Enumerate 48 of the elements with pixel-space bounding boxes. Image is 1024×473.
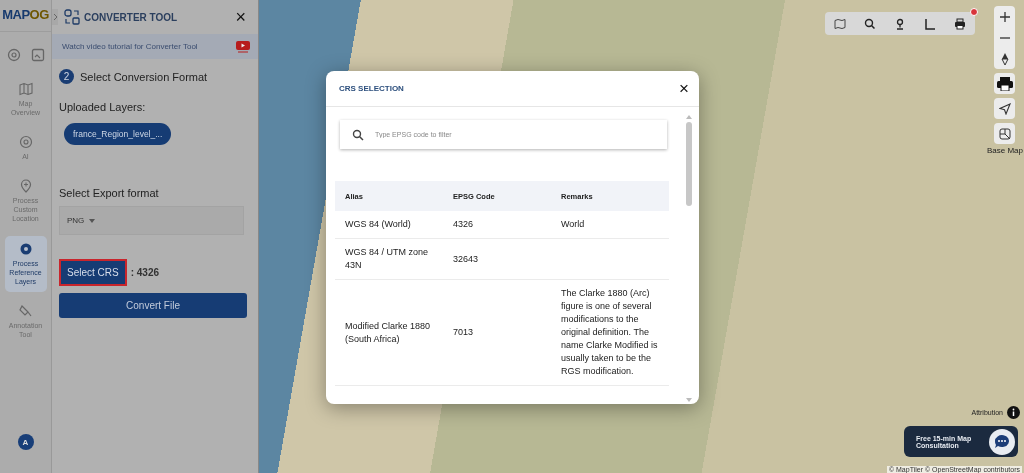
export-format-label: Select Export format [58,186,160,199]
print-button[interactable] [994,73,1016,94]
base-map-icon [999,127,1011,140]
base-map-button[interactable] [994,123,1016,144]
table-cell: 32643 [443,238,551,280]
map-icon [18,82,33,96]
search-icon [352,128,364,141]
plus-icon [1000,11,1010,22]
export-format-dropdown[interactable]: PNG [59,206,244,235]
chevron-icon [52,13,58,21]
table-cell: 4326 [443,211,551,239]
info-icon[interactable] [1007,406,1020,419]
step-number: 2 [59,69,74,84]
uploaded-layers-label: Uploaded Layers: [58,100,147,113]
table-cell: The Clarke 1880 (Arc) figure is one of several modifications to the original definition. The name Clarke Modified is usually taken to be the RGS modification. [551,279,669,386]
table-cell: Modified Clarke 1880 (South Africa) [335,279,443,386]
logo[interactable]: MAPOG [2,0,49,31]
gear-icon[interactable] [6,48,21,62]
base-map-label: Base Map [986,146,1023,155]
table-cell: World [551,211,669,239]
location-pin-icon [18,179,33,194]
user-avatar[interactable]: A [17,434,34,450]
gear-icon [18,135,33,150]
search-icon[interactable] [864,17,876,30]
compass-icon [1001,52,1009,65]
close-button[interactable]: × [675,80,693,97]
navigation-arrow-icon [999,102,1011,115]
locate-button[interactable] [994,98,1016,119]
tutorial-banner[interactable]: Watch video tutorial for Converter Tool [52,34,258,59]
map-icon[interactable] [834,17,846,30]
pin-icon[interactable] [894,17,906,30]
table-cell: 7013 [443,279,551,386]
table-cell: WGS 84 / UTM zone 43N [335,238,443,280]
convert-file-button[interactable]: Convert File [59,293,247,318]
chat-icon [989,428,1015,455]
close-button[interactable]: × [231,8,250,26]
table-cell: WGS 84 (World) [335,211,443,239]
select-crs-button[interactable]: Select CRS [59,259,127,286]
step-title: Select Conversion Format [80,70,208,83]
crs-value: : 4326 [130,267,160,278]
print-icon [997,76,1013,91]
converter-icon [64,9,80,25]
dialog-title: CRS SELECTION [339,84,404,93]
print-icon[interactable] [954,17,966,30]
layer-chip[interactable]: france_Region_level_... [64,123,172,145]
video-icon[interactable] [236,40,250,53]
panel-title: CONVERTER TOOL [84,11,179,23]
caret-icon [89,218,96,223]
